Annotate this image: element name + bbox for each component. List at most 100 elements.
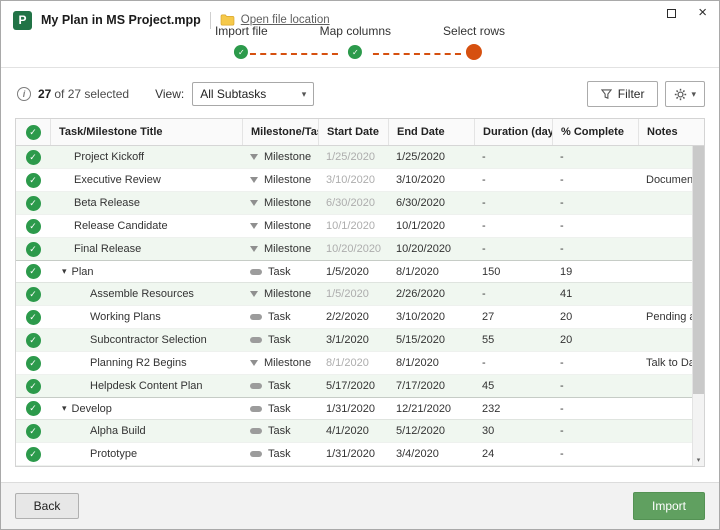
row-selected-checkmark-icon[interactable]: ✓ bbox=[25, 401, 41, 416]
table-row[interactable]: ✓ ▾ Plan Task 1/5/2020 8/1/2020 150 19 bbox=[16, 260, 692, 283]
toolbar: i 27 of 27 selected View: All Subtasks ▾… bbox=[1, 68, 719, 116]
row-end-date: 10/1/2020 bbox=[396, 220, 445, 232]
row-duration: - bbox=[482, 197, 486, 209]
row-selected-checkmark-icon[interactable]: ✓ bbox=[25, 195, 41, 211]
row-selected-checkmark-icon[interactable]: ✓ bbox=[25, 149, 41, 165]
row-start-date: 4/1/2020 bbox=[326, 425, 369, 437]
table-row[interactable]: ✓ Assemble Resources Milestone 1/5/2020 … bbox=[16, 283, 692, 306]
settings-button[interactable]: ▾ bbox=[665, 81, 705, 107]
row-select-cell[interactable]: ✓ bbox=[16, 286, 50, 302]
table-row[interactable]: ✓ Alpha Build Task 4/1/2020 5/12/2020 30… bbox=[16, 420, 692, 443]
scroll-down-icon[interactable]: ▾ bbox=[693, 453, 704, 466]
row-end-date: 8/1/2020 bbox=[396, 357, 439, 369]
back-button[interactable]: Back bbox=[15, 493, 79, 519]
row-start-date: 2/2/2020 bbox=[326, 311, 369, 323]
row-type: Milestone bbox=[264, 288, 312, 300]
row-selected-checkmark-icon[interactable]: ✓ bbox=[25, 446, 41, 462]
table-row[interactable]: ✓ Project Kickoff Milestone 1/25/2020 1/… bbox=[16, 146, 692, 169]
row-select-cell[interactable]: ✓ bbox=[16, 172, 50, 188]
select-all-cell[interactable]: ✓ bbox=[16, 119, 50, 145]
info-icon: i bbox=[17, 87, 31, 101]
table-row[interactable]: ✓ Working Plans Task 2/2/2020 3/10/2020 … bbox=[16, 306, 692, 329]
step-label: Map columns bbox=[319, 24, 392, 38]
row-select-cell[interactable]: ✓ bbox=[16, 195, 50, 211]
type-cell: Task bbox=[242, 448, 318, 460]
table-row[interactable]: ✓ ▾ Develop Task 1/31/2020 12/21/2020 23… bbox=[16, 397, 692, 420]
table-row[interactable]: ✓ Release Candidate Milestone 10/1/2020 … bbox=[16, 215, 692, 238]
title-cell: ▾ Develop bbox=[50, 403, 242, 415]
row-notes: Documentati... bbox=[646, 174, 692, 186]
row-select-cell[interactable]: ✓ bbox=[16, 378, 50, 394]
row-selected-checkmark-icon[interactable]: ✓ bbox=[25, 378, 41, 394]
table-row[interactable]: ✓ Planning R2 Begins Milestone 8/1/2020 … bbox=[16, 352, 692, 375]
table-row[interactable]: ✓ Helpdesk Content Plan Task 5/17/2020 7… bbox=[16, 375, 692, 398]
table-row[interactable]: ✓ Beta Release Milestone 6/30/2020 6/30/… bbox=[16, 192, 692, 215]
filter-button[interactable]: Filter bbox=[586, 81, 659, 107]
row-select-cell[interactable]: ✓ bbox=[16, 218, 50, 234]
row-start-date: 10/20/2020 bbox=[326, 243, 382, 255]
row-selected-checkmark-icon[interactable]: ✓ bbox=[25, 423, 41, 439]
row-select-cell[interactable]: ✓ bbox=[16, 241, 50, 257]
row-duration: 150 bbox=[482, 265, 501, 278]
ms-project-app-icon: P bbox=[13, 10, 32, 30]
row-type: Milestone bbox=[264, 174, 312, 186]
row-end-date: 12/21/2020 bbox=[396, 402, 452, 415]
step-label: Import file bbox=[214, 24, 268, 38]
type-cell: Task bbox=[242, 311, 318, 323]
milestone-icon bbox=[250, 360, 258, 366]
title-cell: Assemble Resources bbox=[50, 288, 242, 300]
table-row[interactable]: ✓ Final Release Milestone 10/20/2020 10/… bbox=[16, 238, 692, 261]
column-header-title[interactable]: Task/Milestone Title bbox=[50, 119, 242, 145]
import-button[interactable]: Import bbox=[633, 492, 705, 520]
table-row[interactable]: ✓ Executive Review Milestone 3/10/2020 3… bbox=[16, 169, 692, 192]
row-select-cell[interactable]: ✓ bbox=[16, 446, 50, 462]
row-selected-checkmark-icon[interactable]: ✓ bbox=[25, 264, 41, 279]
column-header-type[interactable]: Milestone/Task bbox=[242, 119, 318, 145]
row-select-cell[interactable]: ✓ bbox=[16, 332, 50, 348]
maximize-icon[interactable] bbox=[667, 8, 677, 18]
column-header-percent-complete[interactable]: % Complete bbox=[552, 119, 638, 145]
task-icon bbox=[250, 405, 262, 412]
row-select-cell[interactable]: ✓ bbox=[16, 309, 50, 325]
row-title: Develop bbox=[71, 402, 112, 415]
row-selected-checkmark-icon[interactable]: ✓ bbox=[25, 309, 41, 325]
row-selected-checkmark-icon[interactable]: ✓ bbox=[25, 332, 41, 348]
row-selected-checkmark-icon[interactable]: ✓ bbox=[25, 241, 41, 257]
table-row[interactable]: ✓ Subcontractor Selection Task 3/1/2020 … bbox=[16, 329, 692, 352]
type-cell: Milestone bbox=[242, 220, 318, 232]
row-selected-checkmark-icon[interactable]: ✓ bbox=[25, 355, 41, 371]
column-header-duration[interactable]: Duration (days) bbox=[474, 119, 552, 145]
close-icon[interactable]: × bbox=[698, 5, 707, 20]
row-percent-complete: - bbox=[560, 357, 564, 369]
row-percent-complete: 20 bbox=[560, 334, 573, 346]
filter-button-label: Filter bbox=[617, 87, 645, 101]
scrollbar-thumb[interactable] bbox=[693, 146, 704, 394]
type-cell: Task bbox=[242, 403, 318, 415]
row-selected-checkmark-icon[interactable]: ✓ bbox=[25, 172, 41, 188]
column-header-start-date[interactable]: Start Date bbox=[318, 119, 388, 145]
row-select-cell[interactable]: ✓ bbox=[16, 401, 50, 416]
row-select-cell[interactable]: ✓ bbox=[16, 423, 50, 439]
vertical-scrollbar[interactable]: ▾ bbox=[692, 146, 704, 466]
type-cell: Task bbox=[242, 425, 318, 437]
column-header-end-date[interactable]: End Date bbox=[388, 119, 474, 145]
select-all-checkmark-icon[interactable]: ✓ bbox=[25, 124, 41, 140]
table-row[interactable]: ✓ Prototype Task 1/31/2020 3/4/2020 24 - bbox=[16, 443, 692, 466]
row-select-cell[interactable]: ✓ bbox=[16, 264, 50, 279]
row-type: Task bbox=[268, 265, 291, 278]
collapse-caret-icon[interactable]: ▾ bbox=[62, 403, 67, 414]
row-duration: - bbox=[482, 357, 486, 369]
row-selected-checkmark-icon[interactable]: ✓ bbox=[25, 218, 41, 234]
row-select-cell[interactable]: ✓ bbox=[16, 355, 50, 371]
table-header: ✓ Task/Milestone Title Milestone/Task St… bbox=[16, 119, 704, 146]
row-select-cell[interactable]: ✓ bbox=[16, 149, 50, 165]
row-selected-checkmark-icon[interactable]: ✓ bbox=[25, 286, 41, 302]
step-import-file: Import file ✓ bbox=[213, 24, 270, 59]
row-percent-complete: 20 bbox=[560, 311, 573, 323]
view-dropdown[interactable]: All Subtasks ▾ bbox=[192, 82, 315, 106]
step-map-columns: Map columns ✓ bbox=[318, 24, 393, 59]
column-header-notes[interactable]: Notes bbox=[638, 119, 704, 145]
collapse-caret-icon[interactable]: ▾ bbox=[62, 266, 67, 277]
row-notes: Pending app... bbox=[646, 311, 692, 323]
title-cell: Final Release bbox=[50, 243, 242, 255]
